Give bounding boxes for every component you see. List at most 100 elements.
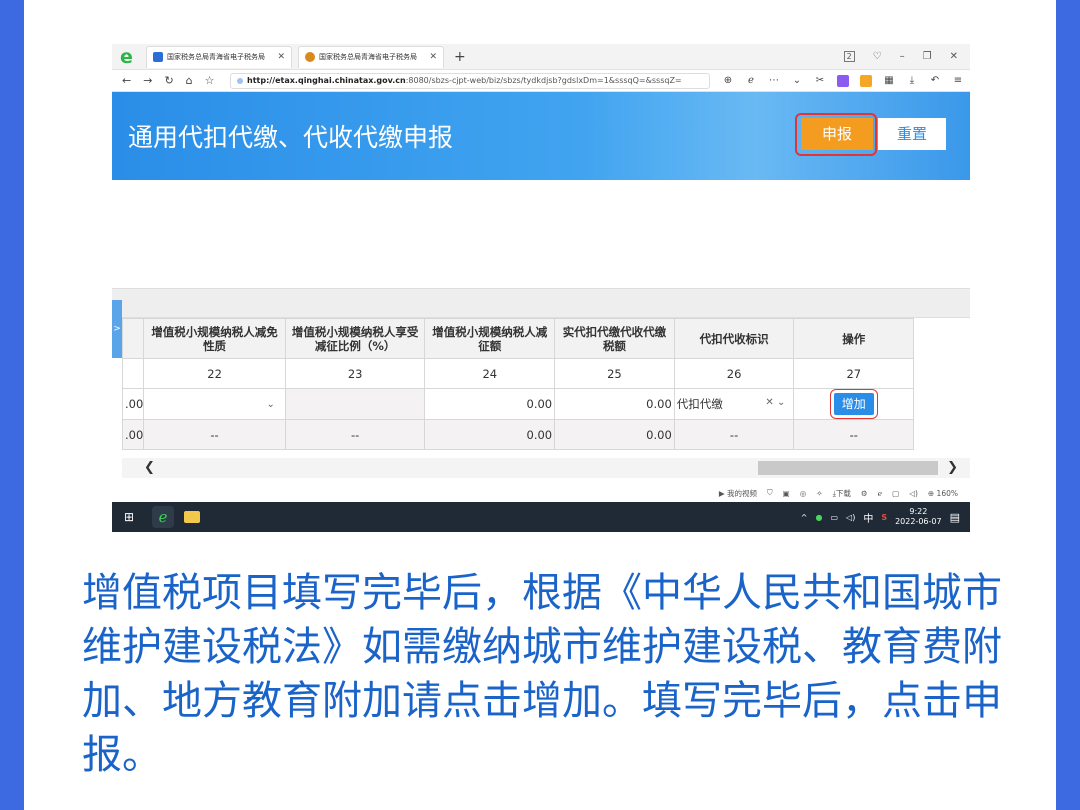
withholding-tag: -- (673, 419, 795, 450)
column-header: 实代扣代缴代收代缴税额 (554, 318, 675, 359)
table-toolbar (112, 288, 970, 318)
new-tab-button[interactable]: + (454, 49, 466, 65)
emblem-icon (305, 52, 315, 62)
extension-icon[interactable] (837, 74, 849, 87)
wechat-icon[interactable]: ● (816, 513, 823, 522)
restore-icon[interactable]: ❐ (923, 51, 932, 62)
filler-cell (913, 419, 970, 450)
reduction-ratio-input[interactable] (284, 388, 426, 420)
scroll-thumb[interactable] (758, 461, 938, 475)
column-number: 25 (554, 358, 675, 389)
scroll-left-icon[interactable]: ❮ (144, 460, 155, 475)
browser-taskbar-icon[interactable]: ℯ (152, 506, 175, 528)
column-header: 增值税小规模纳税人减免性质 (143, 318, 286, 359)
zoom-icon[interactable]: ⊕ (722, 75, 734, 87)
sogou-icon[interactable]: S (881, 513, 887, 522)
notification-icon[interactable]: ▤ (950, 511, 960, 524)
close-tab-icon[interactable]: ✕ (277, 52, 285, 62)
browser-tab-2[interactable]: 国家税务总局青海省电子税务局 ✕ (298, 45, 444, 68)
shirt-icon[interactable]: ♡ (873, 51, 882, 62)
ie-mode-icon[interactable]: ℯ (745, 75, 757, 87)
favorites-icon[interactable]: ☆ (205, 74, 215, 87)
system-tray: ^ ● ▭ ◁) 中 S 9:22 2022-06-07 ▤ (801, 507, 970, 527)
column-number: 26 (673, 358, 795, 389)
browser-tab-1[interactable]: 国家税务总局青海省电子税务局 ✕ (146, 45, 292, 68)
browser-screenshot: e 国家税务总局青海省电子税务局 ✕ 国家税务总局青海省电子税务局 ✕ + 2 … (112, 44, 970, 532)
more-icon[interactable]: ⋯ (768, 75, 780, 87)
page-banner: 通用代扣代缴、代收代缴申报 申报 重置 (112, 92, 970, 180)
ie-icon[interactable]: ℯ (878, 489, 882, 498)
clear-icon[interactable]: ✕ (765, 397, 773, 408)
download-label: 下载 (835, 488, 851, 498)
shield-icon[interactable] (860, 74, 872, 87)
page-title: 通用代扣代缴、代收代缴申报 (128, 123, 454, 152)
zoom-level[interactable]: ⊕ 160% (928, 489, 958, 498)
my-video-link[interactable]: ▶ 我的视频 (719, 488, 757, 499)
clock-time: 9:22 (909, 507, 928, 516)
folder-icon[interactable] (184, 511, 201, 523)
home-icon[interactable]: ⌂ (186, 74, 193, 87)
column-number: 27 (793, 358, 915, 389)
select-controls: ✕ ⌄ (765, 397, 785, 408)
volume-icon[interactable]: ◁) (846, 513, 855, 522)
table-row: .00 -- -- 0.00 0.00 -- -- (121, 419, 970, 450)
windows-start-icon[interactable]: ⊞ (124, 510, 134, 524)
close-tab-icon[interactable]: ✕ (429, 52, 437, 62)
forward-icon[interactable]: → (143, 74, 152, 87)
reset-button[interactable]: 重置 (878, 118, 946, 150)
undo-icon[interactable]: ↶ (929, 75, 941, 87)
settings-icon[interactable]: ⚙ (861, 489, 868, 498)
zoom-value: 160% (936, 488, 958, 498)
column-number: 24 (424, 358, 556, 389)
side-expand-tab[interactable]: > (112, 300, 122, 358)
actual-tax-amount: 0.00 (554, 419, 675, 450)
secure-icon (237, 77, 243, 84)
horizontal-scrollbar[interactable]: ❮ ❯ (122, 458, 970, 478)
action-cell: 增加 (793, 388, 915, 420)
back-icon[interactable]: ← (122, 74, 131, 87)
eye-icon[interactable]: ◎ (800, 489, 807, 498)
filler-cell (913, 388, 970, 420)
column-header: 代扣代收标识 (673, 318, 795, 359)
menu-icon[interactable]: ≡ (952, 75, 964, 87)
declaration-table: 增值税小规模纳税人减免性质 增值税小规模纳税人享受减征比例（%） 增值税小规模纳… (121, 318, 970, 450)
broom-icon[interactable]: ✧ (816, 489, 822, 498)
browser-logo-icon: e (120, 45, 133, 68)
shield-icon[interactable]: ⛉ (767, 488, 773, 498)
url-input[interactable]: http://etax.qinghai.chinatax.gov.cn:8080… (230, 72, 710, 89)
reduction-amount: 0.00 (424, 388, 556, 420)
download-icon[interactable]: ⤓ (906, 75, 918, 87)
tax-site-icon (153, 52, 163, 62)
lead-cell (121, 358, 145, 389)
column-header: 操作 (793, 318, 915, 359)
tab-count-icon[interactable]: 2 (843, 51, 855, 62)
reduction-amount: 0.00 (424, 419, 556, 450)
speaker-icon[interactable]: ◁) (909, 489, 918, 498)
chevron-up-icon[interactable]: ^ (801, 513, 808, 522)
ime-indicator[interactable]: 中 (863, 510, 873, 525)
highlight-outline: 增加 (829, 389, 878, 419)
relief-nature-select[interactable]: ⌄ (143, 388, 286, 420)
minimize-icon[interactable]: – (900, 51, 905, 62)
apps-icon[interactable]: ▦ (883, 75, 895, 87)
column-number: 22 (143, 358, 286, 389)
relief-nature: -- (143, 419, 286, 450)
chevron-down-icon[interactable]: ⌄ (791, 75, 803, 87)
image-icon[interactable]: ▣ (783, 489, 790, 498)
scroll-right-icon[interactable]: ❯ (947, 460, 958, 475)
withholding-tag-select[interactable]: 代扣代缴 ✕ ⌄ (673, 388, 795, 420)
chevron-down-icon[interactable]: ⌄ (777, 397, 785, 408)
add-button[interactable]: 增加 (833, 393, 874, 415)
download-link[interactable]: ⤓下载 (833, 488, 851, 499)
chevron-down-icon[interactable]: ⌄ (266, 399, 274, 410)
scissors-icon[interactable]: ✂ (814, 75, 826, 87)
system-clock[interactable]: 9:22 2022-06-07 (895, 507, 942, 527)
network-icon[interactable]: ▭ (830, 513, 838, 522)
column-number-row: 22 23 24 25 26 27 (121, 358, 970, 389)
refresh-icon[interactable]: ↻ (164, 74, 173, 87)
nav-buttons: ← → ↻ ⌂ ☆ (112, 74, 230, 87)
address-bar: ← → ↻ ⌂ ☆ http://etax.qinghai.chinatax.g… (112, 70, 970, 92)
close-window-icon[interactable]: ✕ (950, 51, 958, 62)
report-button[interactable]: 申报 (801, 118, 873, 150)
window-icon[interactable]: ▢ (892, 489, 899, 498)
